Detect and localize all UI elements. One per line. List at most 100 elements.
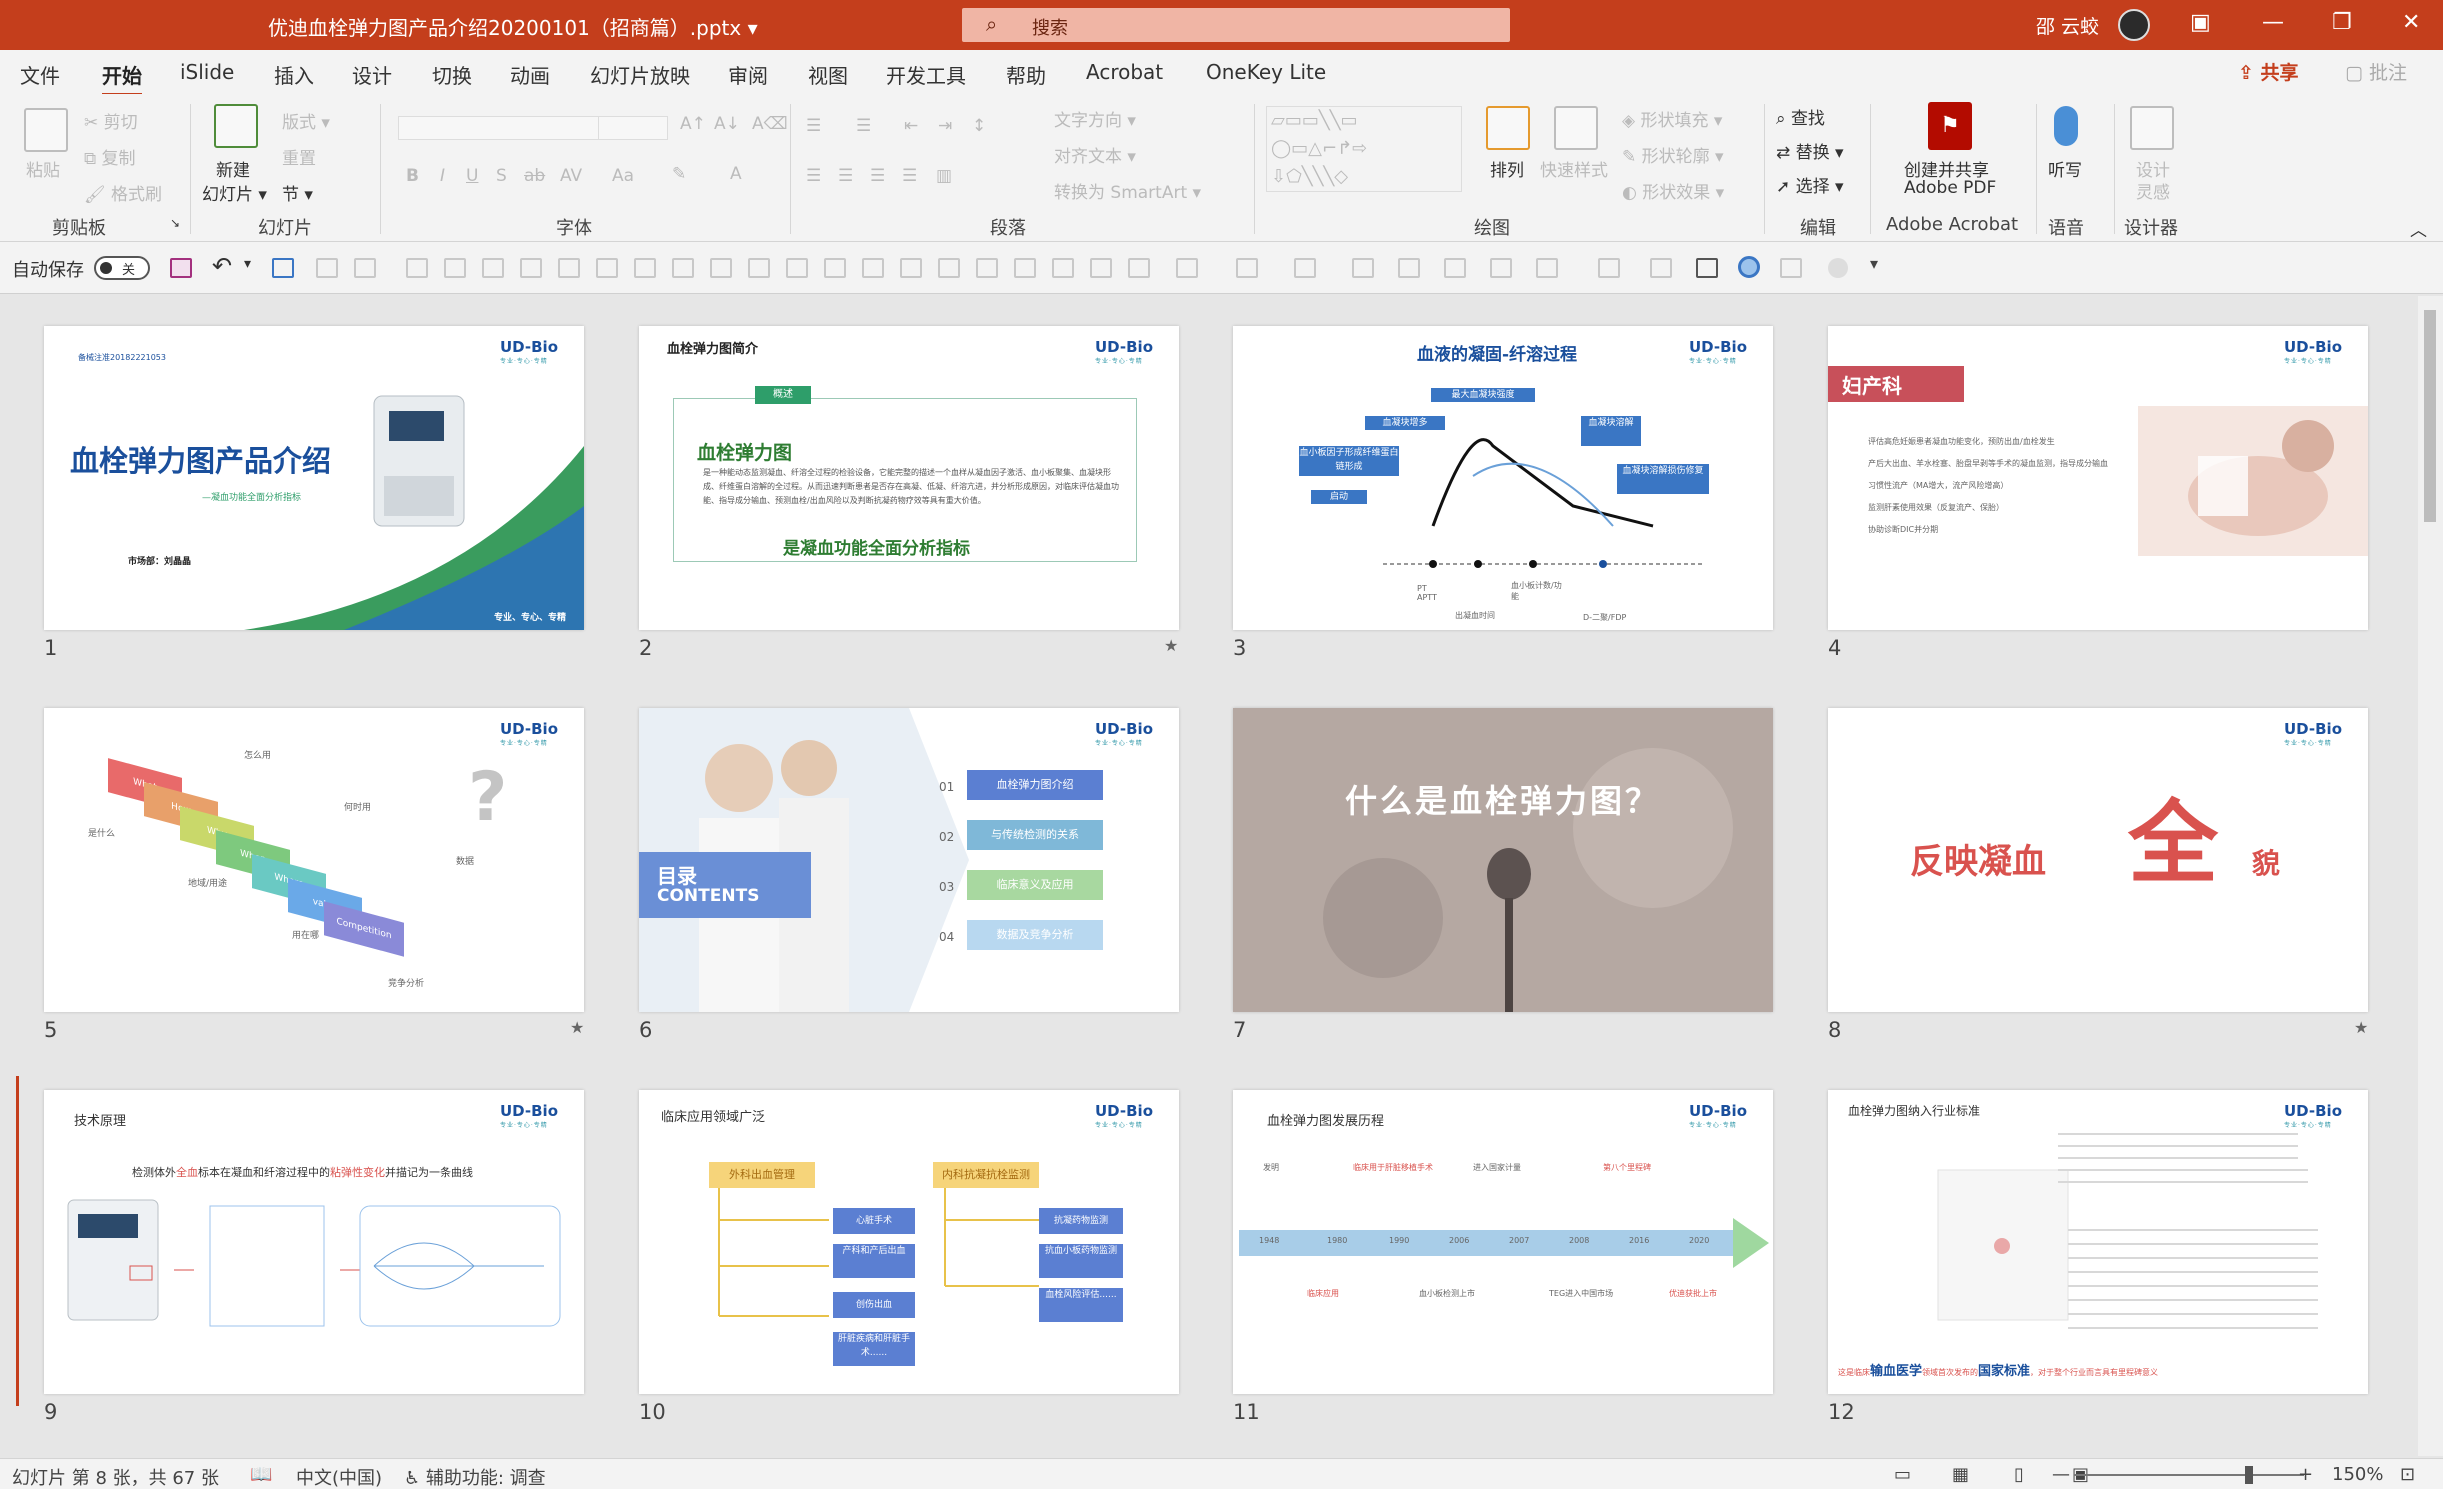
decrease-font-icon[interactable]: A↓ <box>714 114 740 134</box>
find-button[interactable]: ⌕ 查找 <box>1776 104 1825 129</box>
qat-tool-icon[interactable] <box>1052 258 1074 278</box>
shapes-gallery[interactable]: ▱▭▭╲╲▭ ◯▭△⌐↱⇨ ⇩⬠╲╲╲◇ <box>1266 106 1462 192</box>
slide-thumbnail-11[interactable]: 血栓弹力图发展历程 UD-Bio 专业·专心·专精 1948 1980 1990 … <box>1233 1090 1773 1394</box>
qat-tool-icon[interactable] <box>824 258 846 278</box>
tab-file[interactable]: 文件 <box>20 60 60 89</box>
underline-icon[interactable]: U <box>466 166 478 186</box>
qat-tool-icon[interactable] <box>1828 258 1848 278</box>
paste-icon[interactable] <box>24 108 68 152</box>
tab-animations[interactable]: 动画 <box>510 60 550 89</box>
tab-developer[interactable]: 开发工具 <box>886 60 966 89</box>
qat-tool-icon[interactable] <box>354 258 376 278</box>
qat-tool-icon[interactable] <box>1780 258 1802 278</box>
design-ideas-button-line2[interactable]: 灵感 <box>2136 178 2170 203</box>
char-spacing-icon[interactable]: AV <box>560 166 582 186</box>
tab-acrobat[interactable]: Acrobat <box>1086 60 1163 84</box>
restore-button[interactable]: ❐ <box>2332 10 2352 35</box>
comment-button[interactable]: ▢ 批注 <box>2345 58 2407 85</box>
slide-thumbnail-5[interactable]: UD-Bio专业·专心·专精 What How Why When Where v… <box>44 708 584 1012</box>
qat-tool-icon[interactable] <box>1398 258 1420 278</box>
qat-tool-icon[interactable] <box>748 258 770 278</box>
align-text-button[interactable]: 对齐文本 ▾ <box>1054 142 1136 167</box>
qat-tool-icon[interactable] <box>406 258 428 278</box>
share-button[interactable]: ⇪ 共享 <box>2238 58 2299 85</box>
reading-view-icon[interactable]: ▯ <box>2014 1464 2024 1485</box>
qat-tool-icon[interactable] <box>900 258 922 278</box>
reset-button[interactable]: 重置 <box>282 144 316 169</box>
slide-thumbnail-4[interactable]: 妇产科 UD-Bio 专业·专心·专精 评估高危妊娠患者凝血功能变化，预防出血/血… <box>1828 326 2368 630</box>
columns-icon[interactable]: ▥ <box>936 166 952 186</box>
dictate-button[interactable]: 听写 <box>2048 156 2082 181</box>
search-box[interactable]: ⌕ 搜索 <box>962 8 1510 42</box>
bold-icon[interactable]: B <box>406 166 419 186</box>
line-spacing-icon[interactable]: ↕ <box>972 116 986 136</box>
create-pdf-button-line2[interactable]: Adobe PDF <box>1904 178 1996 198</box>
zoom-level[interactable]: 150% <box>2332 1464 2383 1485</box>
slide-sorter-icon[interactable]: ▦ <box>1952 1464 1969 1485</box>
new-slide-button[interactable]: 新建 <box>216 156 250 181</box>
arrange-icon[interactable] <box>1486 106 1530 150</box>
arrange-button[interactable]: 排列 <box>1490 156 1524 181</box>
present-icon[interactable] <box>272 258 294 278</box>
user-name[interactable]: 邵 云蛟 <box>2036 12 2099 39</box>
replace-button[interactable]: ⇄ 替换 ▾ <box>1776 138 1844 163</box>
close-button[interactable]: ✕ <box>2402 10 2420 35</box>
scrollbar-thumb[interactable] <box>2424 310 2436 522</box>
slide-thumbnail-1[interactable]: 备械注准20182221053 UD-Bio 专业·专心·专精 血栓弹力图产品介绍… <box>44 326 584 630</box>
qat-tool-icon[interactable] <box>1014 258 1036 278</box>
collapse-ribbon-icon[interactable]: ︿ <box>2410 216 2427 241</box>
qat-tool-icon[interactable] <box>482 258 504 278</box>
section-button[interactable]: 节 ▾ <box>282 180 313 205</box>
increase-font-icon[interactable]: A↑ <box>680 114 706 134</box>
qat-tool-icon[interactable] <box>1696 258 1718 278</box>
qat-tool-icon[interactable] <box>672 258 694 278</box>
slide-thumbnail-2[interactable]: 血栓弹力图简介 UD-Bio 专业·专心·专精 概述 血栓弹力图 是一种能动态监测… <box>639 326 1179 630</box>
new-slide-icon[interactable] <box>214 104 258 148</box>
save-icon[interactable] <box>170 258 192 278</box>
document-title[interactable]: 优迪血栓弹力图产品介绍20200101（招商篇）.pptx ▾ <box>268 12 758 41</box>
new-slide-dropdown[interactable]: 幻灯片 ▾ <box>202 180 267 205</box>
normal-view-icon[interactable]: ▭ <box>1894 1464 1911 1485</box>
clear-format-icon[interactable]: A⌫ <box>752 114 788 134</box>
qat-tool-icon[interactable] <box>710 258 732 278</box>
customize-qat-icon[interactable]: ▾ <box>1870 254 1878 273</box>
increase-indent-icon[interactable]: ⇥ <box>938 116 952 136</box>
quick-styles-button[interactable]: 快速样式 <box>1540 156 1608 181</box>
qat-tool-icon[interactable] <box>1490 258 1512 278</box>
align-right-icon[interactable]: ☰ <box>870 166 885 186</box>
qat-tool-icon[interactable] <box>786 258 808 278</box>
qat-tool-icon[interactable] <box>316 258 338 278</box>
paste-button[interactable]: 粘贴 <box>26 156 60 181</box>
microphone-icon[interactable] <box>2054 106 2078 146</box>
undo-dropdown-icon[interactable]: ▾ <box>244 256 251 272</box>
zoom-out-button[interactable]: — <box>2052 1464 2070 1485</box>
tab-help[interactable]: 帮助 <box>1006 60 1046 89</box>
tab-onekey-lite[interactable]: OneKey Lite <box>1206 60 1326 84</box>
design-ideas-icon[interactable] <box>2130 106 2174 150</box>
text-direction-button[interactable]: 文字方向 ▾ <box>1054 106 1136 131</box>
font-size-select[interactable] <box>598 116 668 140</box>
select-button[interactable]: ➚ 选择 ▾ <box>1776 172 1844 197</box>
numbering-icon[interactable]: ☰ <box>856 116 871 136</box>
zoom-in-button[interactable]: + <box>2298 1464 2313 1485</box>
justify-icon[interactable]: ☰ <box>902 166 917 186</box>
slide-thumbnail-10[interactable]: 临床应用领域广泛 UD-Bio 专业·专心·专精 外科出血管理 内科抗凝抗栓监测 … <box>639 1090 1179 1394</box>
slide-thumbnail-3[interactable]: 血液的凝固-纤溶过程 UD-Bio 专业·专心·专精 最大血凝块强度 血凝块增多 … <box>1233 326 1773 630</box>
fit-to-window-icon[interactable]: ⊡ <box>2400 1464 2415 1485</box>
slide-thumbnail-9[interactable]: 技术原理 UD-Bio 专业·专心·专精 检测体外全血标本在凝血和纤溶过程中的粘弹… <box>44 1090 584 1394</box>
slide-thumbnail-6[interactable]: 目录 CONTENTS UD-Bio 专业·专心·专精 01 血栓弹力图介绍 02… <box>639 708 1179 1012</box>
qat-tool-icon[interactable] <box>1598 258 1620 278</box>
qat-circle-icon[interactable] <box>1738 256 1760 278</box>
tab-view[interactable]: 视图 <box>808 60 848 89</box>
align-left-icon[interactable]: ☰ <box>806 166 821 186</box>
italic-icon[interactable]: I <box>440 166 445 186</box>
qat-tool-icon[interactable] <box>596 258 618 278</box>
layout-button[interactable]: 版式 ▾ <box>282 108 330 133</box>
qat-tool-icon[interactable] <box>520 258 542 278</box>
qat-tool-icon[interactable] <box>634 258 656 278</box>
qat-tool-icon[interactable] <box>976 258 998 278</box>
tab-design[interactable]: 设计 <box>352 60 392 89</box>
shape-fill-button[interactable]: ◈ 形状填充 ▾ <box>1622 106 1722 131</box>
minimize-button[interactable]: — <box>2262 10 2284 35</box>
qat-tool-icon[interactable] <box>444 258 466 278</box>
